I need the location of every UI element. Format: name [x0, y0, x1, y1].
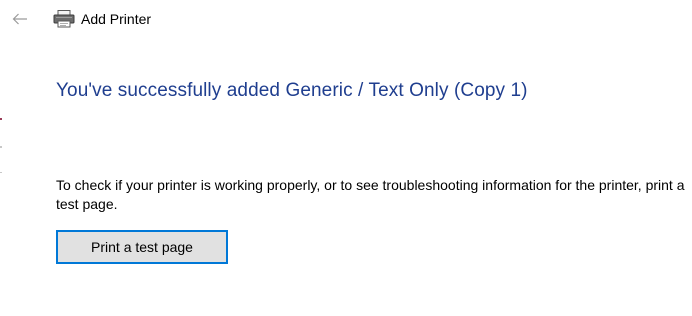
printer-icon — [53, 10, 75, 28]
edge-mark — [0, 118, 2, 120]
print-test-page-button[interactable]: Print a test page — [56, 230, 228, 264]
back-button[interactable] — [10, 9, 30, 29]
edge-mark — [0, 146, 2, 148]
window-left-edge — [0, 0, 2, 316]
back-arrow-icon — [12, 13, 27, 25]
add-printer-dialog: Add Printer You've successfully added Ge… — [0, 0, 692, 316]
window-title: Add Printer — [81, 11, 152, 27]
success-heading: You've successfully added Generic / Text… — [56, 80, 528, 101]
test-page-info-text: To check if your printer is working prop… — [56, 177, 685, 212]
edge-mark — [0, 172, 2, 173]
